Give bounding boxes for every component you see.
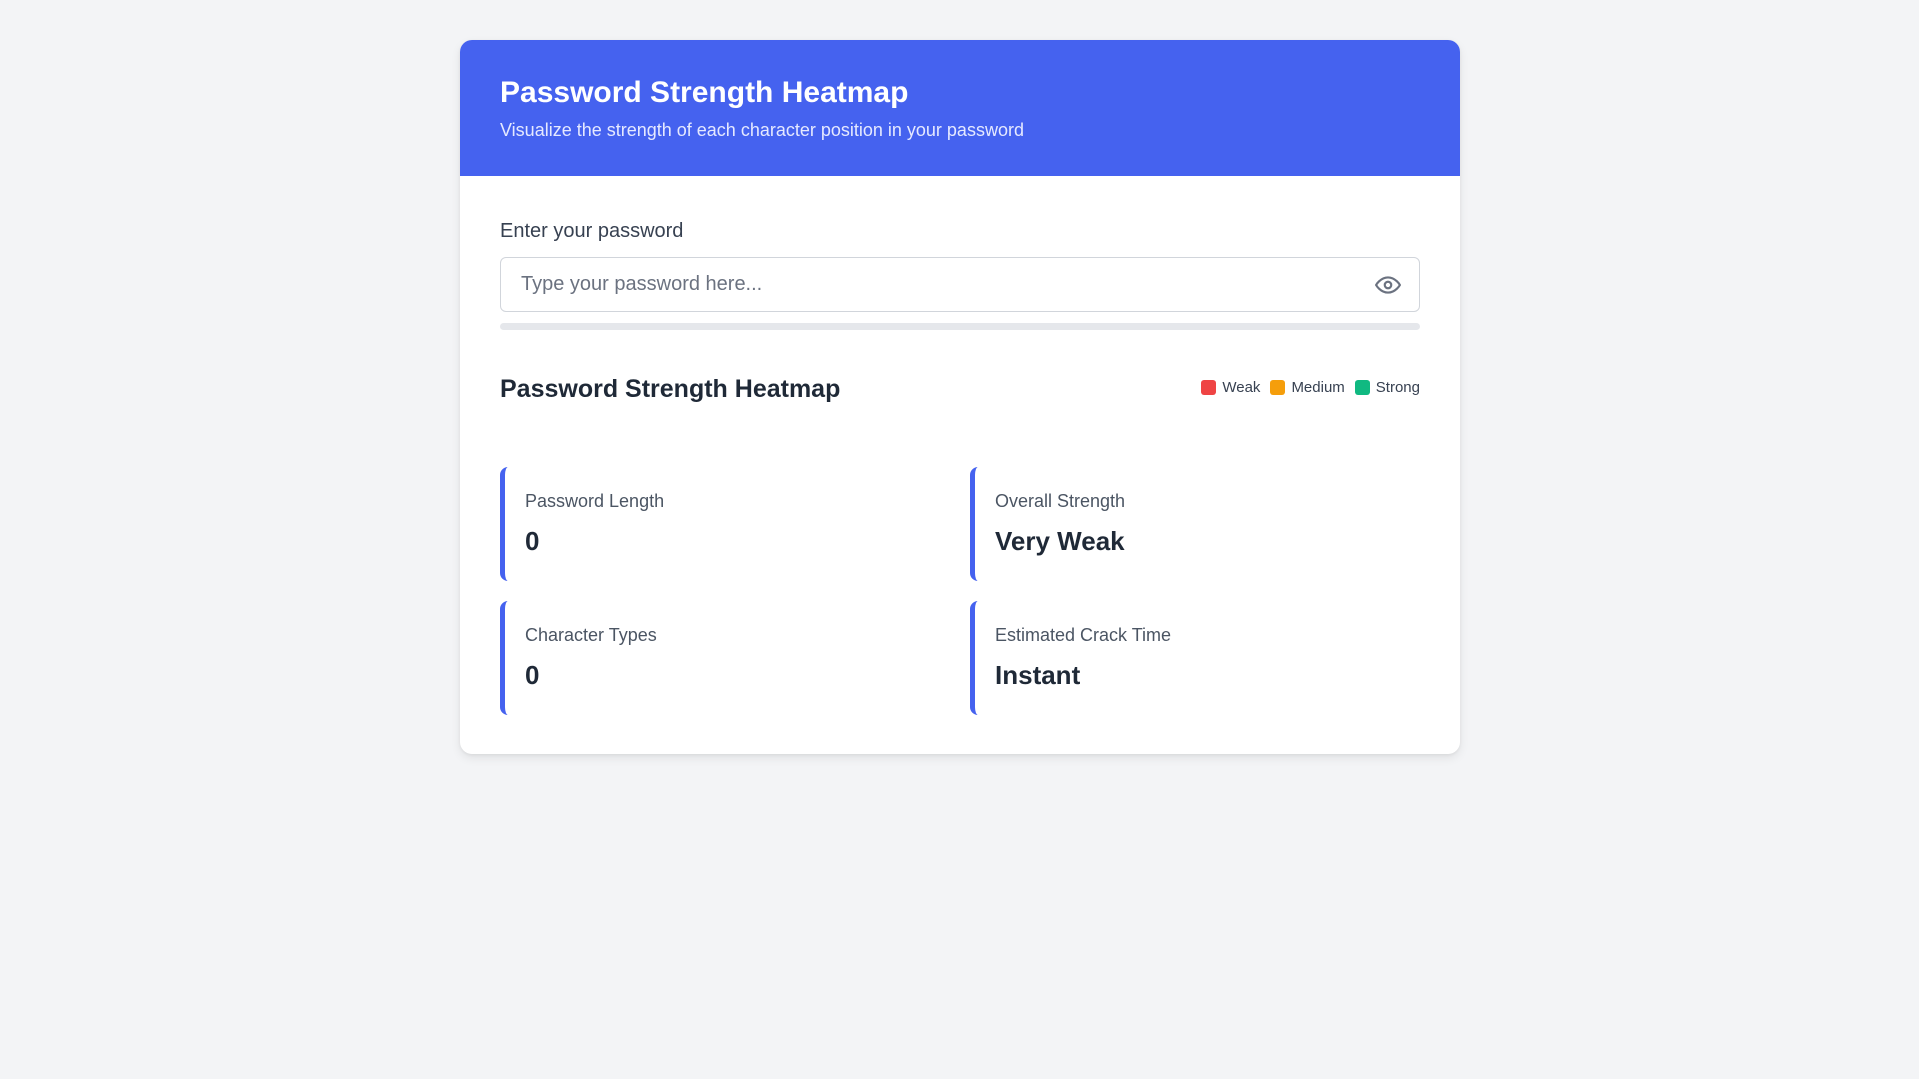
card-body: Enter your password Password Strength He…	[460, 176, 1460, 715]
legend-swatch-weak	[1201, 380, 1217, 395]
legend-swatch-medium	[1270, 380, 1286, 395]
password-card: Password Strength Heatmap Visualize the …	[460, 40, 1460, 754]
strength-meter	[500, 323, 1420, 330]
legend-label-strong: Strong	[1375, 379, 1420, 396]
card-header: Password Strength Heatmap Visualize the …	[460, 40, 1460, 176]
page-subtitle: Visualize the strength of each character…	[500, 120, 1024, 140]
stat-label: Overall Strength	[995, 491, 1126, 511]
stat-label: Estimated Crack Time	[995, 625, 1172, 645]
heatmap-grid	[500, 406, 1420, 439]
heatmap-legend: Weak Medium Strong	[1191, 379, 1420, 396]
stat-value: Instant	[995, 660, 1081, 690]
legend-label-medium: Medium	[1291, 379, 1345, 396]
password-label: Enter your password	[500, 220, 684, 242]
page-title: Password Strength Heatmap	[500, 76, 909, 109]
legend-item-medium: Medium	[1270, 379, 1345, 396]
stat-value: 0	[525, 526, 540, 556]
stat-value: Very Weak	[995, 526, 1125, 556]
password-input[interactable]	[501, 258, 1361, 311]
heatmap-title: Password Strength Heatmap	[500, 375, 841, 403]
stat-card-password-length: Password Length 0	[500, 467, 950, 581]
stats-grid: Password Length 0 Overall Strength Very …	[500, 467, 1420, 715]
heatmap-header: Password Strength Heatmap Weak Medium St…	[500, 372, 1420, 406]
legend-item-weak: Weak	[1201, 379, 1260, 396]
legend-swatch-strong	[1354, 380, 1370, 395]
stat-card-character-types: Character Types 0	[500, 601, 950, 715]
stat-value: 0	[525, 660, 540, 690]
stat-label: Character Types	[525, 625, 657, 645]
stat-card-overall-strength: Overall Strength Very Weak	[970, 467, 1420, 581]
stat-card-crack-time: Estimated Crack Time Instant	[970, 601, 1420, 715]
stat-label: Password Length	[525, 491, 665, 511]
legend-label-weak: Weak	[1222, 379, 1261, 396]
eye-icon[interactable]	[1375, 272, 1401, 298]
legend-item-strong: Strong	[1354, 379, 1420, 396]
password-field-wrapper	[500, 257, 1420, 312]
